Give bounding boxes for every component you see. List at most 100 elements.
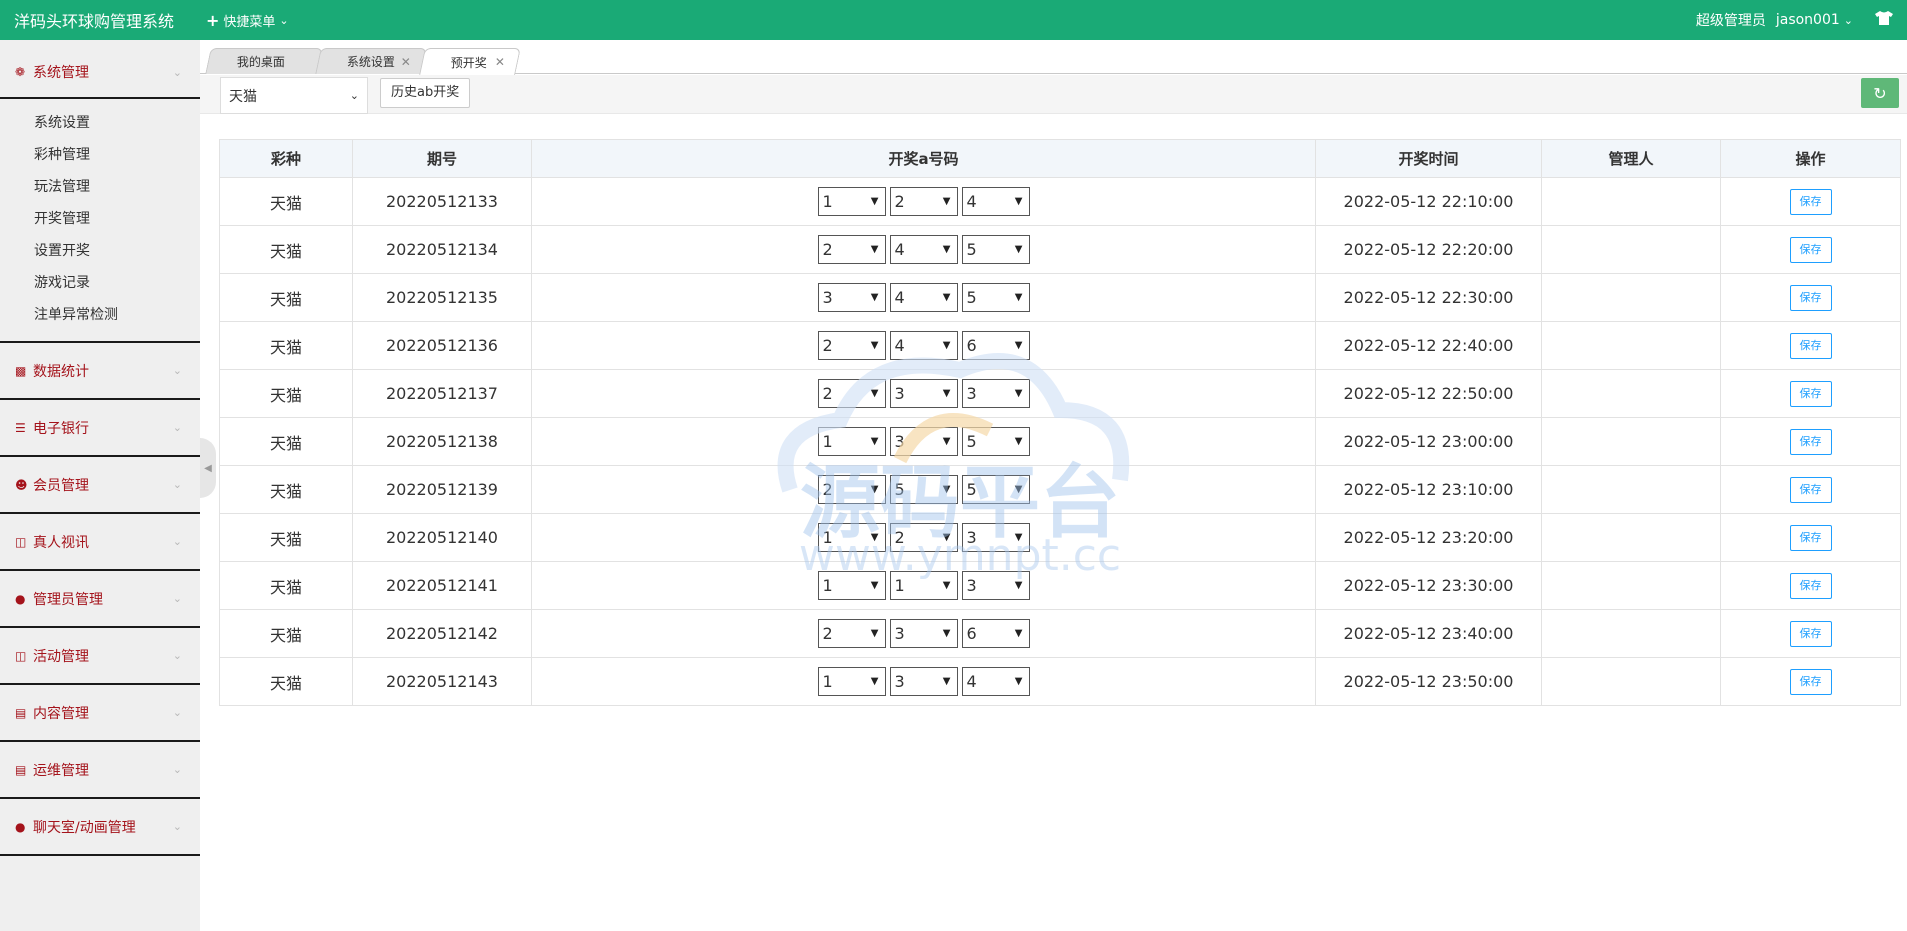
save-button[interactable]: 保存 — [1789, 620, 1832, 647]
save-button[interactable]: 保存 — [1789, 668, 1832, 695]
table-header-row: 彩种 期号 开奖a号码 开奖时间 管理人 操作 — [219, 139, 1901, 178]
sidebar-group-header[interactable]: ☰ 电子银行 ⌄ — [0, 400, 200, 455]
table-row: 天猫 20220512139 2 ▼ 5 ▼ 5 ▼ 2022-05-12 23:10:00 保存 — [219, 465, 1901, 514]
draw-number-value: 1 — [894, 576, 905, 595]
cell-draw-time: 2022-05-12 23:30:00 — [1315, 561, 1542, 610]
draw-number-value: 3 — [822, 288, 833, 307]
theme-shirt-icon[interactable] — [1875, 11, 1893, 29]
draw-number-select[interactable]: 2 ▼ — [817, 619, 886, 648]
sidebar-item[interactable]: 游戏记录 — [0, 267, 200, 299]
draw-number-select[interactable]: 3 ▼ — [961, 523, 1030, 552]
save-button[interactable]: 保存 — [1789, 188, 1832, 215]
history-ab-draw-button[interactable]: 历史ab开奖 — [380, 78, 471, 108]
save-button[interactable]: 保存 — [1789, 380, 1832, 407]
draw-number-value: 2 — [822, 624, 833, 643]
sidebar-group-header[interactable]: ◫ 活动管理 ⌄ — [0, 628, 200, 683]
sidebar-item[interactable]: 系统设置 — [0, 107, 200, 139]
chevron-down-icon: ▼ — [870, 532, 879, 543]
draw-number-select[interactable]: 1 ▼ — [817, 523, 886, 552]
draw-number-select[interactable]: 5 ▼ — [961, 283, 1030, 312]
draw-number-select[interactable]: 5 ▼ — [961, 235, 1030, 264]
quick-menu-button[interactable]: + 快捷菜单 ⌄ — [206, 11, 289, 30]
cell-admin — [1541, 657, 1721, 706]
draw-number-select[interactable]: 1 ▼ — [889, 571, 958, 600]
draw-number-select[interactable]: 3 ▼ — [817, 283, 886, 312]
chevron-down-icon: ▼ — [1014, 388, 1023, 399]
draw-number-select[interactable]: 4 ▼ — [889, 235, 958, 264]
chevron-down-icon: ⌄ — [172, 478, 182, 491]
chevron-down-icon: ▼ — [870, 292, 879, 303]
draw-number-select[interactable]: 1 ▼ — [817, 667, 886, 696]
gift-icon: ◫ — [15, 648, 27, 663]
user-menu[interactable]: jason001 ⌄ — [1776, 12, 1853, 28]
sidebar-group-header[interactable]: ● 聊天室/动画管理 ⌄ — [0, 799, 200, 854]
close-icon[interactable]: ✕ — [495, 55, 505, 69]
sidebar-group-header[interactable]: ▩ 数据统计 ⌄ — [0, 343, 200, 398]
cell-actions: 保存 — [1720, 513, 1901, 562]
draw-number-select[interactable]: 1 ▼ — [817, 427, 886, 456]
draw-number-select[interactable]: 2 ▼ — [889, 523, 958, 552]
save-button[interactable]: 保存 — [1789, 476, 1832, 503]
draw-number-value: 3 — [894, 624, 905, 643]
save-button[interactable]: 保存 — [1789, 284, 1832, 311]
draw-number-value: 2 — [822, 240, 833, 259]
tab-system-settings[interactable]: 系统设置 ✕ — [315, 48, 427, 74]
draw-number-select[interactable]: 3 ▼ — [889, 667, 958, 696]
sidebar-group-header[interactable]: ▤ 运维管理 ⌄ — [0, 742, 200, 797]
save-button[interactable]: 保存 — [1789, 524, 1832, 551]
sidebar-item[interactable]: 注单异常检测 — [0, 299, 200, 331]
chevron-down-icon: ▼ — [942, 436, 951, 447]
draw-number-select[interactable]: 2 ▼ — [817, 475, 886, 504]
cell-lottery: 天猫 — [219, 657, 353, 706]
draw-number-select[interactable]: 5 ▼ — [889, 475, 958, 504]
cell-draw-numbers: 2 ▼ 4 ▼ 6 ▼ — [531, 321, 1316, 370]
tab-my-desktop[interactable]: 我的桌面 — [205, 48, 323, 74]
draw-number-select[interactable]: 3 ▼ — [889, 427, 958, 456]
sidebar-group: ▤ 运维管理 ⌄ — [0, 742, 200, 799]
quick-menu-label: 快捷菜单 — [223, 14, 276, 30]
draw-number-select[interactable]: 4 ▼ — [889, 283, 958, 312]
draw-number-select[interactable]: 5 ▼ — [961, 427, 1030, 456]
draw-number-select[interactable]: 3 ▼ — [961, 571, 1030, 600]
draw-number-select[interactable]: 4 ▼ — [961, 187, 1030, 216]
draw-number-select[interactable]: 3 ▼ — [961, 379, 1030, 408]
sidebar-group: ☰ 电子银行 ⌄ — [0, 400, 200, 457]
draw-number-select[interactable]: 2 ▼ — [817, 331, 886, 360]
sidebar-item[interactable]: 设置开奖 — [0, 235, 200, 267]
save-button[interactable]: 保存 — [1789, 572, 1832, 599]
sidebar-group-header[interactable]: ▤ 内容管理 ⌄ — [0, 685, 200, 740]
draw-number-select[interactable]: 3 ▼ — [889, 619, 958, 648]
sidebar-group-header[interactable]: ◫ 真人视讯 ⌄ — [0, 514, 200, 569]
refresh-button[interactable]: ↻ — [1861, 78, 1899, 108]
tab-pre-draw[interactable]: 预开奖 ✕ — [419, 48, 521, 75]
save-button[interactable]: 保存 — [1789, 236, 1832, 263]
draw-number-select[interactable]: 3 ▼ — [889, 379, 958, 408]
close-icon[interactable]: ✕ — [401, 55, 411, 69]
cell-admin — [1541, 177, 1721, 226]
sidebar-group-label: 聊天室/动画管理 — [33, 819, 136, 836]
draw-number-select[interactable]: 5 ▼ — [961, 475, 1030, 504]
tab-label: 系统设置 — [346, 55, 395, 69]
draw-number-select[interactable]: 4 ▼ — [889, 331, 958, 360]
sidebar-group-header[interactable]: ● 管理员管理 ⌄ — [0, 571, 200, 626]
cell-lottery: 天猫 — [219, 417, 353, 466]
cell-draw-time: 2022-05-12 22:40:00 — [1315, 321, 1542, 370]
save-button[interactable]: 保存 — [1789, 428, 1832, 455]
draw-number-select[interactable]: 1 ▼ — [817, 187, 886, 216]
draw-number-select[interactable]: 4 ▼ — [961, 667, 1030, 696]
sidebar-group-header[interactable]: ❁ 系统管理 ⌄ — [0, 47, 200, 97]
draw-number-select[interactable]: 1 ▼ — [817, 571, 886, 600]
sidebar-item[interactable]: 开奖管理 — [0, 203, 200, 235]
sidebar-item[interactable]: 彩种管理 — [0, 139, 200, 171]
draw-number-select[interactable]: 6 ▼ — [961, 331, 1030, 360]
sidebar-item[interactable]: 玩法管理 — [0, 171, 200, 203]
sidebar-group-header[interactable]: ☻ 会员管理 ⌄ — [0, 457, 200, 512]
chevron-down-icon: ▼ — [870, 580, 879, 591]
draw-number-select[interactable]: 2 ▼ — [817, 235, 886, 264]
save-button[interactable]: 保存 — [1789, 332, 1832, 359]
lottery-select[interactable]: 天猫 ⌄ — [220, 77, 368, 114]
draw-number-select[interactable]: 2 ▼ — [889, 187, 958, 216]
draw-number-select[interactable]: 6 ▼ — [961, 619, 1030, 648]
draw-number-select[interactable]: 2 ▼ — [817, 379, 886, 408]
sidebar-collapse-handle[interactable]: ◀ — [200, 438, 216, 498]
